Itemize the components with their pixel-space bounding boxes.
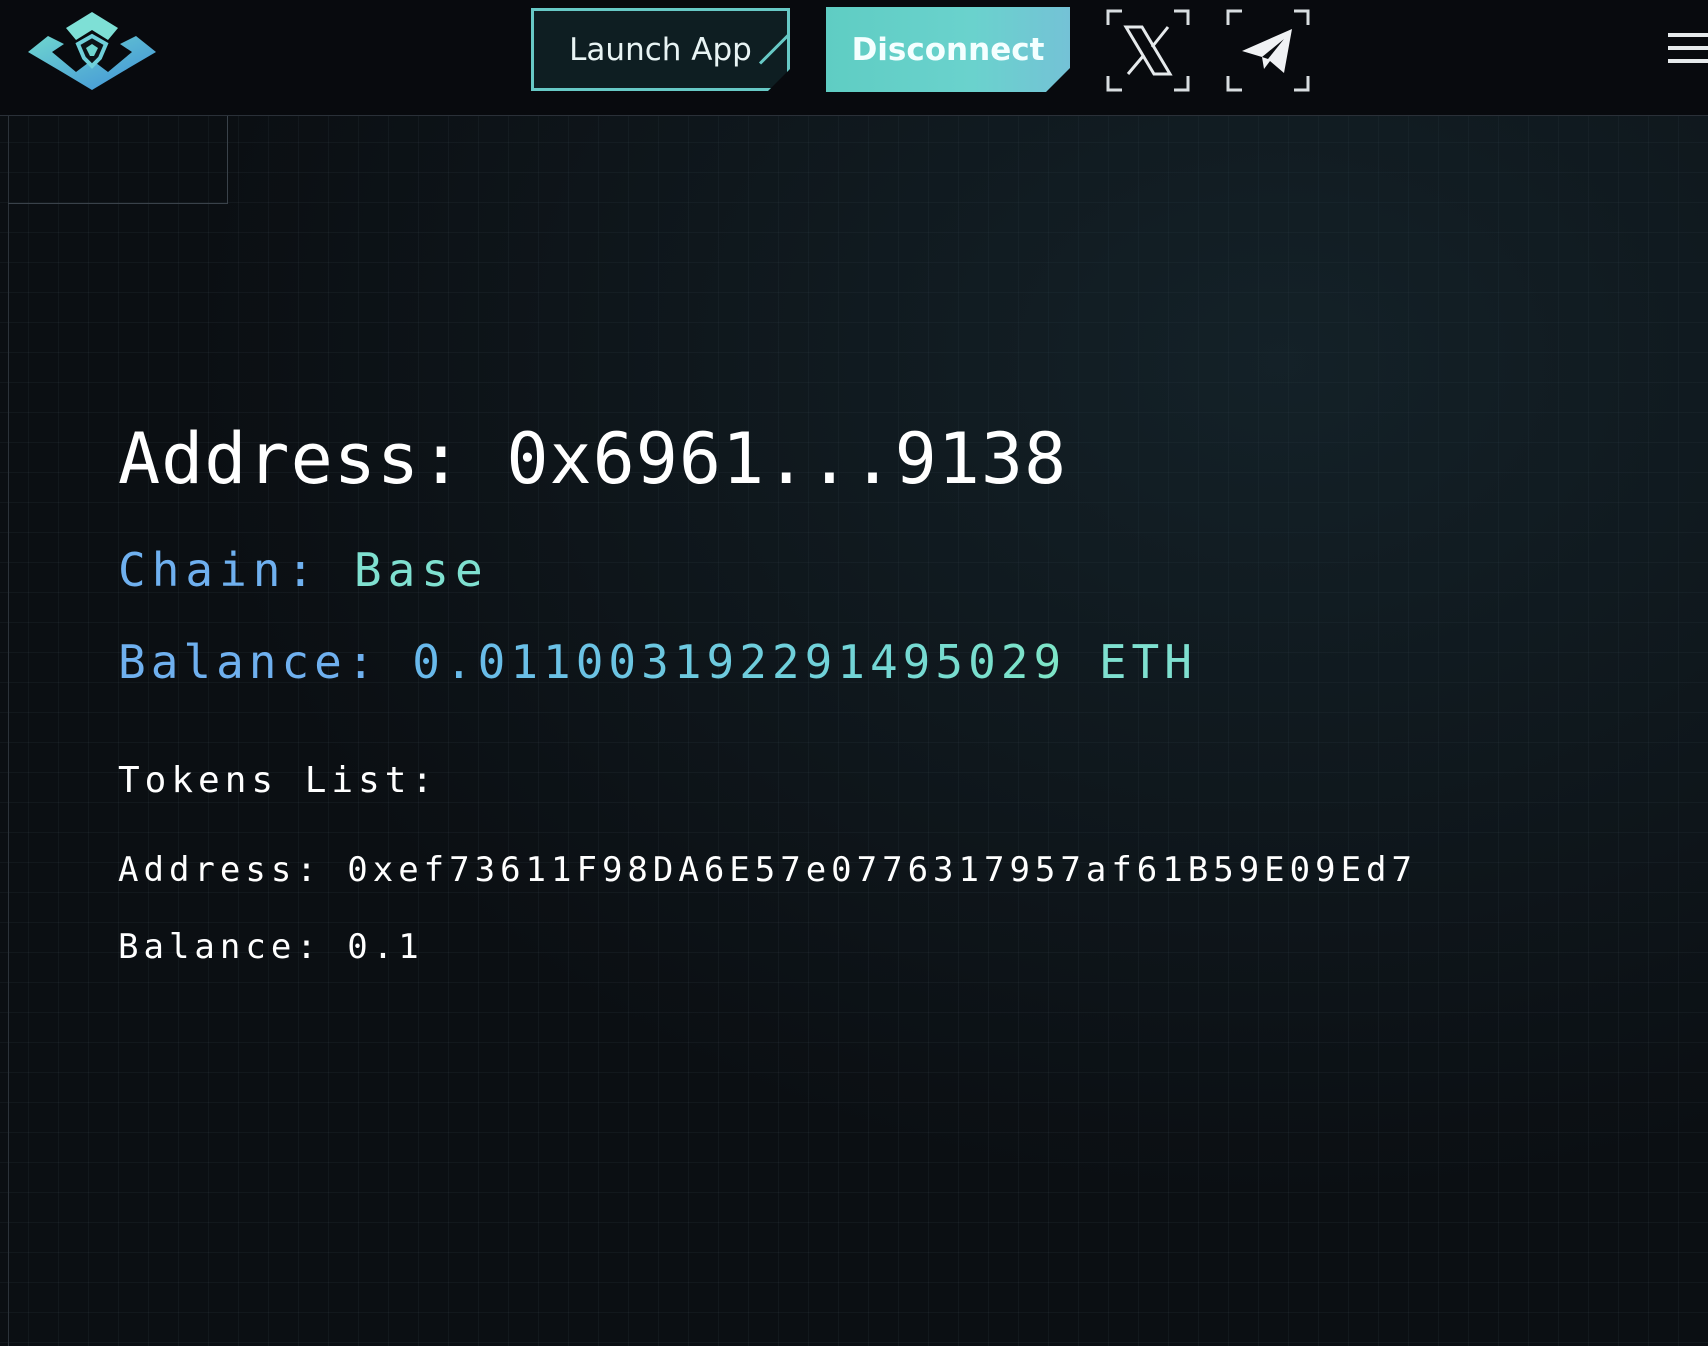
balance-label: Balance: — [118, 635, 380, 689]
wallet-address-label: Address: — [118, 418, 464, 500]
chain-value: Base — [353, 543, 489, 597]
launch-app-label: Launch App — [569, 31, 752, 68]
hamburger-menu-icon[interactable] — [1668, 33, 1708, 67]
disconnect-label: Disconnect — [851, 31, 1045, 68]
tokens-list-heading: Tokens List: — [118, 760, 439, 801]
token-address-value: 0xef73611F98DA6E57e0776317957af61B59E09E… — [347, 850, 1417, 890]
telegram-icon[interactable] — [1226, 9, 1310, 92]
brand-logo-icon[interactable] — [26, 10, 158, 90]
disconnect-button[interactable]: Disconnect — [826, 7, 1070, 92]
token-balance-value: 0.1 — [347, 927, 424, 967]
decorative-corner-frame — [8, 116, 228, 204]
top-navigation-bar: Launch App Disconnect — [0, 0, 1708, 116]
balance-unit: ETH — [1098, 635, 1197, 689]
left-divider — [8, 116, 9, 1346]
x-icon[interactable] — [1106, 9, 1190, 92]
balance-value: 0.011003192291495029 — [412, 635, 1067, 689]
balance-info: Balance: 0.011003192291495029 ETH — [118, 635, 1197, 689]
main-content-area — [0, 116, 1708, 1346]
wallet-address-heading: Address: 0x6961...9138 — [118, 418, 1067, 500]
chain-info: Chain: Base — [118, 543, 489, 597]
wallet-address-value: 0x6961...9138 — [506, 418, 1068, 500]
token-balance-label: Balance: — [118, 927, 322, 967]
chain-label: Chain: — [118, 543, 321, 597]
launch-app-button[interactable]: Launch App — [531, 8, 790, 91]
token-balance-row: Balance: 0.1 — [118, 927, 424, 967]
token-address-row: Address: 0xef73611F98DA6E57e0776317957af… — [118, 850, 1417, 890]
token-address-label: Address: — [118, 850, 322, 890]
